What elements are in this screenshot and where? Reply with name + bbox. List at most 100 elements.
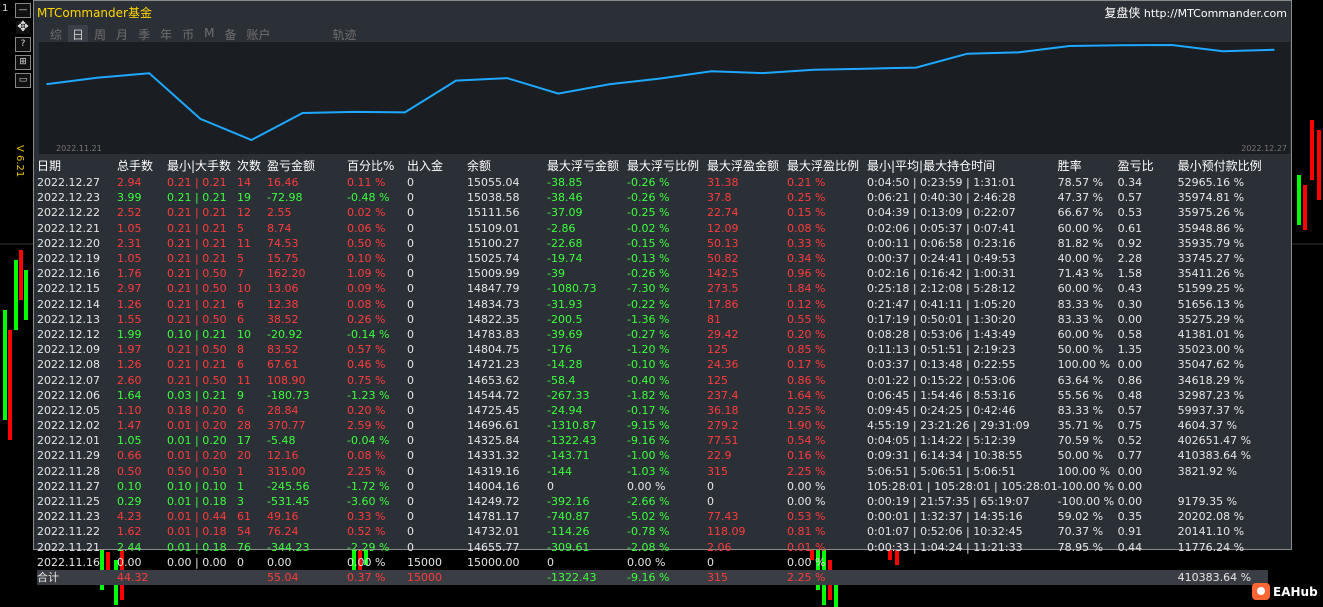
column-header[interactable]: 出入金 [407, 158, 467, 175]
total-cell: 55.04 [267, 569, 347, 585]
column-header[interactable]: 总手数 [117, 158, 167, 175]
table-row[interactable]: 2022.11.22 1.62 0.01 | 0.18 54 76.24 0.52 % 0 1… [37, 524, 1268, 539]
balance-point [1170, 44, 1173, 46]
table-cell: -7.30 % [627, 282, 670, 296]
column-header[interactable]: 日期 [37, 158, 117, 175]
table-row[interactable]: 2022.12.05 1.10 0.18 | 0.20 6 28.84 0.20 % 0 14… [37, 403, 1268, 418]
settings-icon[interactable]: ⊞ [15, 55, 31, 70]
table-cell: 1.62 [117, 525, 142, 539]
column-header[interactable]: 最小预付款比例 [1178, 158, 1268, 175]
table-cell: -344.23 [267, 540, 310, 554]
column-header[interactable]: 盈亏比 [1118, 158, 1178, 175]
column-header[interactable]: 最小|大手数 [167, 158, 237, 175]
table-cell: 0.25 % [787, 403, 826, 417]
restore-icon[interactable]: ▭ [15, 73, 31, 88]
table-cell: 0.21 | 0.50 [167, 373, 227, 387]
table-cell: 0.00 [117, 555, 142, 569]
table-cell: -100.00 % [1057, 495, 1115, 509]
table-row[interactable]: 2022.12.20 2.31 0.21 | 0.21 11 74.53 0.50 % 0 1… [37, 236, 1268, 251]
table-cell: 60.00 % [1057, 327, 1104, 341]
total-row: 合计 44.32 55.04 0.37 % 15000 -1322.43 -9.16 % 31… [37, 569, 1268, 585]
table-cell: -114.26 [547, 525, 590, 539]
table-cell: 0:09:31 | 6:14:34 | 10:38:55 [867, 449, 1023, 463]
table-cell: 2.60 [117, 373, 142, 387]
table-cell: 100.00 % [1057, 464, 1111, 478]
table-row[interactable]: 2022.12.14 1.26 0.21 | 0.21 6 12.38 0.08 % 0 14… [37, 297, 1268, 312]
table-cell: 125 [707, 373, 728, 387]
move-icon[interactable]: ✥ [16, 20, 30, 34]
table-row[interactable]: 2022.12.06 1.64 0.03 | 0.21 9 -180.73 -1.23 %… [37, 388, 1268, 403]
column-header[interactable]: 百分比% [347, 158, 407, 175]
table-row[interactable]: 2022.12.27 2.94 0.21 | 0.21 14 16.46 0.11 % 0 1… [37, 175, 1268, 190]
panel-title: MTCommander基金 [37, 6, 152, 20]
table-cell: -31.93 [547, 297, 583, 311]
table-cell: 77.43 [707, 510, 739, 524]
table-row[interactable]: 2022.12.07 2.60 0.21 | 0.50 11 108.90 0.75 % 0… [37, 372, 1268, 387]
table-cell: -0.17 % [627, 403, 670, 417]
column-header[interactable]: 最大浮亏比例 [627, 158, 707, 175]
table-cell: 10 [237, 282, 251, 296]
table-cell: 2022.12.14 [37, 297, 100, 311]
table-cell: 0 [237, 555, 244, 569]
table-row[interactable]: 2022.12.19 1.05 0.21 | 0.21 5 15.75 0.10 % 0 15… [37, 251, 1268, 266]
table-row[interactable]: 2022.12.15 2.97 0.21 | 0.50 10 13.06 0.09 % 0 1… [37, 281, 1268, 296]
table-row[interactable]: 2022.12.16 1.76 0.21 | 0.50 7 162.20 1.09 % 0 1… [37, 266, 1268, 281]
table-cell: -38.85 [547, 176, 583, 190]
table-cell: 6 [237, 297, 244, 311]
help-icon[interactable]: ? [15, 37, 31, 52]
table-row[interactable]: 2022.12.13 1.55 0.21 | 0.50 6 38.52 0.26 % 0 14… [37, 312, 1268, 327]
table-row[interactable]: 2022.12.12 1.99 0.10 | 0.21 10 -20.92 -0.14 %… [37, 327, 1268, 342]
table-cell: 14847.79 [467, 282, 520, 296]
table-row[interactable]: 2022.11.21 2.44 0.01 | 0.18 76 -344.23 -2.29 … [37, 540, 1268, 555]
table-cell: 0.01 | 0.18 [167, 525, 227, 539]
table-cell: 71.43 % [1057, 267, 1104, 281]
table-cell: -19.74 [547, 252, 583, 266]
total-cell [167, 569, 237, 585]
table-cell: 1.47 [117, 419, 142, 433]
table-cell: 0.35 [1117, 510, 1143, 524]
table-cell: 49.16 [267, 510, 299, 524]
table-row[interactable]: 2022.11.27 0.10 0.10 | 0.10 1 -245.56 -1.72 %… [37, 479, 1268, 494]
table-cell: 1.05 [117, 252, 142, 266]
minimize-icon[interactable]: — [15, 3, 31, 18]
balance-point [455, 79, 457, 82]
table-cell: -37.09 [547, 206, 583, 220]
table-cell: 0.03 | 0.21 [167, 388, 227, 402]
table-cell: 32987.23 % [1177, 388, 1245, 402]
table-row[interactable]: 2022.12.08 1.26 0.21 | 0.21 6 67.61 0.46 % 0 14… [37, 357, 1268, 372]
column-header[interactable]: 次数 [237, 158, 267, 175]
table-row[interactable]: 2022.12.21 1.05 0.21 | 0.21 5 8.74 0.06 % 0 151… [37, 221, 1268, 236]
table-row[interactable]: 2022.12.09 1.97 0.21 | 0.50 8 83.52 0.57 % 0 14… [37, 342, 1268, 357]
column-header[interactable]: 最小|平均|最大持仓时间 [867, 158, 1058, 175]
table-row[interactable]: 2022.12.02 1.47 0.01 | 0.20 28 370.77 2.59 % 0… [37, 418, 1268, 433]
table-row[interactable]: 2022.12.22 2.52 0.21 | 0.21 12 2.55 0.02 % 0 15… [37, 205, 1268, 220]
total-cell: 315 [707, 569, 787, 585]
table-cell: 2022.11.28 [37, 464, 100, 478]
column-header[interactable]: 胜率 [1058, 158, 1118, 175]
table-cell: 0 [407, 434, 414, 448]
table-cell: 0 [407, 236, 414, 250]
table-cell: 59.02 % [1057, 510, 1104, 524]
table-cell: 14004.16 [467, 479, 520, 493]
table-cell: -39.69 [547, 327, 583, 341]
table-cell: 15100.27 [467, 236, 520, 250]
column-header[interactable]: 余额 [467, 158, 547, 175]
table-cell: 47.37 % [1057, 191, 1104, 205]
table-cell: 14544.72 [467, 388, 520, 402]
total-cell [237, 569, 267, 585]
column-header[interactable]: 最大浮亏金额 [547, 158, 627, 175]
table-row[interactable]: 2022.11.29 0.66 0.01 | 0.20 20 12.16 0.08 % 0 1… [37, 448, 1268, 463]
table-row[interactable]: 2022.12.23 3.99 0.21 | 0.21 19 -72.98 -0.48 %… [37, 190, 1268, 205]
table-row[interactable]: 2022.11.16 0.00 0.00 | 0.00 0 0.00 0.00 % 1500… [37, 555, 1268, 570]
table-cell: 35935.79 % [1177, 236, 1245, 250]
table-row[interactable]: 2022.11.23 4.23 0.01 | 0.44 61 49.16 0.33 % 0 1… [37, 509, 1268, 524]
column-header[interactable]: 盈亏金额 [267, 158, 347, 175]
table-row[interactable]: 2022.11.25 0.29 0.01 | 0.18 3 -531.45 -3.60 %… [37, 494, 1268, 509]
column-header[interactable]: 最大浮盈金额 [707, 158, 787, 175]
column-header[interactable]: 最大浮盈比例 [787, 158, 867, 175]
table-cell: 3.99 [117, 191, 142, 205]
brand-link[interactable]: http://MTCommander.com [1144, 7, 1287, 20]
table-row[interactable]: 2022.12.01 1.05 0.01 | 0.20 17 -5.48 -0.04 % 0… [37, 433, 1268, 448]
table-row[interactable]: 2022.11.28 0.50 0.50 | 0.50 1 315.00 2.25 % 0 1… [37, 464, 1268, 479]
table-cell [1118, 555, 1178, 570]
